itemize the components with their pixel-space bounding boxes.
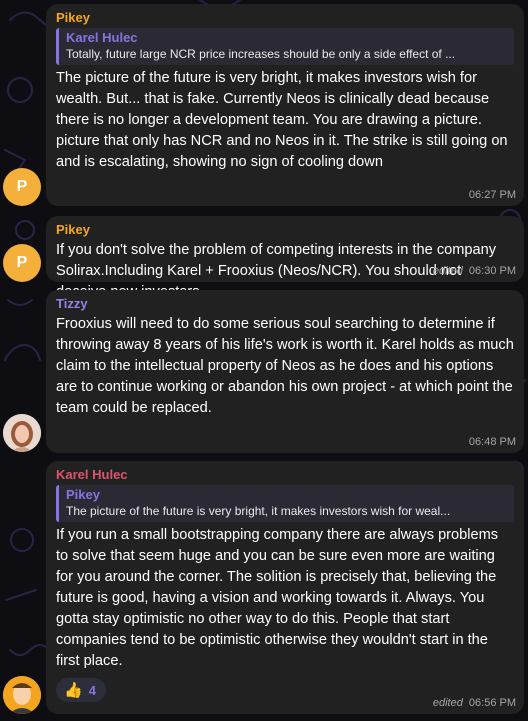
sender-name[interactable]: Pikey: [56, 222, 514, 238]
message-text: If you run a small bootstrapping company…: [56, 527, 499, 669]
reaction-count: 4: [88, 682, 96, 698]
message-meta: 06:27 PM: [469, 189, 516, 201]
message-time: 06:48 PM: [468, 436, 516, 448]
message-meta: edited 06:30 PM: [433, 265, 516, 277]
user-photo-icon: [3, 676, 41, 714]
sender-name[interactable]: Tizzy: [56, 296, 514, 312]
avatar-letter: P: [16, 254, 28, 271]
reply-author: Karel Hulec: [66, 30, 138, 45]
thumbs-up-icon: 👍: [64, 682, 83, 699]
message-time: 06:30 PM: [468, 265, 516, 277]
avatar-letter: P: [16, 178, 28, 195]
edited-label: edited: [432, 265, 463, 277]
message-bubble[interactable]: Tizzy Frooxius will need to do some seri…: [46, 290, 524, 453]
message-meta: 06:48 PM: [469, 436, 516, 448]
reply-quote[interactable]: Karel Hulec Totally, future large NCR pr…: [56, 28, 514, 65]
message-bubble[interactable]: Karel Hulec Pikey The picture of the fut…: [46, 461, 524, 714]
avatar[interactable]: P: [3, 168, 41, 206]
reaction-chip[interactable]: 👍 4: [56, 678, 106, 702]
sender-name[interactable]: Pikey: [56, 10, 514, 26]
reply-author: Pikey: [66, 487, 100, 502]
reply-text: The picture of the future is very bright…: [66, 504, 451, 518]
reply-text: Totally, future large NCR price increase…: [66, 47, 456, 61]
edited-label: edited: [432, 697, 463, 709]
message-time: 06:56 PM: [468, 697, 516, 709]
avatar[interactable]: [3, 676, 41, 714]
message-text: The picture of the future is very bright…: [56, 70, 508, 170]
sender-name[interactable]: Karel Hulec: [56, 467, 514, 483]
message-text: Frooxius will need to do some serious so…: [56, 316, 514, 416]
avatar[interactable]: [3, 414, 41, 452]
user-photo-icon: [3, 414, 41, 452]
reply-quote[interactable]: Pikey The picture of the future is very …: [56, 485, 514, 522]
avatar[interactable]: P: [3, 244, 41, 282]
message-meta: edited 06:56 PM: [433, 697, 516, 709]
message-bubble[interactable]: Pikey If you don't solve the problem of …: [46, 216, 524, 300]
message-time: 06:27 PM: [468, 189, 516, 201]
message-bubble[interactable]: Pikey Karel Hulec Totally, future large …: [46, 4, 524, 206]
